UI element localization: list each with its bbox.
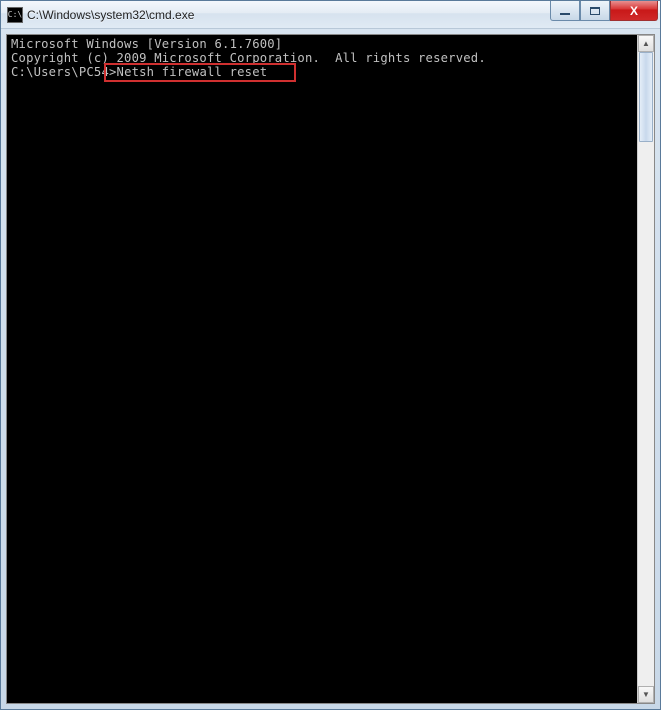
maximize-button[interactable] bbox=[580, 1, 610, 21]
cmd-icon: C:\ bbox=[7, 7, 23, 23]
window-title: C:\Windows\system32\cmd.exe bbox=[27, 8, 194, 22]
terminal-output[interactable]: Microsoft Windows [Version 6.1.7600]Copy… bbox=[7, 35, 637, 703]
client-frame: Microsoft Windows [Version 6.1.7600]Copy… bbox=[1, 29, 660, 709]
chevron-up-icon: ▲ bbox=[642, 39, 650, 48]
window-controls: X bbox=[550, 1, 658, 21]
scroll-up-button[interactable]: ▲ bbox=[638, 35, 654, 52]
prompt-text: C:\Users\PC54> bbox=[11, 65, 117, 79]
copyright-line: Copyright (c) 2009 Microsoft Corporation… bbox=[11, 51, 633, 65]
scroll-thumb[interactable] bbox=[639, 52, 653, 142]
scroll-track[interactable] bbox=[638, 52, 654, 686]
scroll-down-button[interactable]: ▼ bbox=[638, 686, 654, 703]
chevron-down-icon: ▼ bbox=[642, 690, 650, 699]
client-area: Microsoft Windows [Version 6.1.7600]Copy… bbox=[6, 34, 655, 704]
titlebar[interactable]: C:\ C:\Windows\system32\cmd.exe X bbox=[1, 1, 660, 29]
version-line: Microsoft Windows [Version 6.1.7600] bbox=[11, 37, 633, 51]
prompt-line: C:\Users\PC54>Netsh firewall reset bbox=[11, 65, 633, 79]
minimize-icon bbox=[560, 13, 570, 15]
vertical-scrollbar[interactable]: ▲ ▼ bbox=[637, 35, 654, 703]
command-text: Netsh firewall reset bbox=[117, 65, 268, 79]
minimize-button[interactable] bbox=[550, 1, 580, 21]
close-button[interactable]: X bbox=[610, 1, 658, 21]
cmd-window: C:\ C:\Windows\system32\cmd.exe X Micros… bbox=[0, 0, 661, 710]
maximize-icon bbox=[590, 7, 600, 15]
